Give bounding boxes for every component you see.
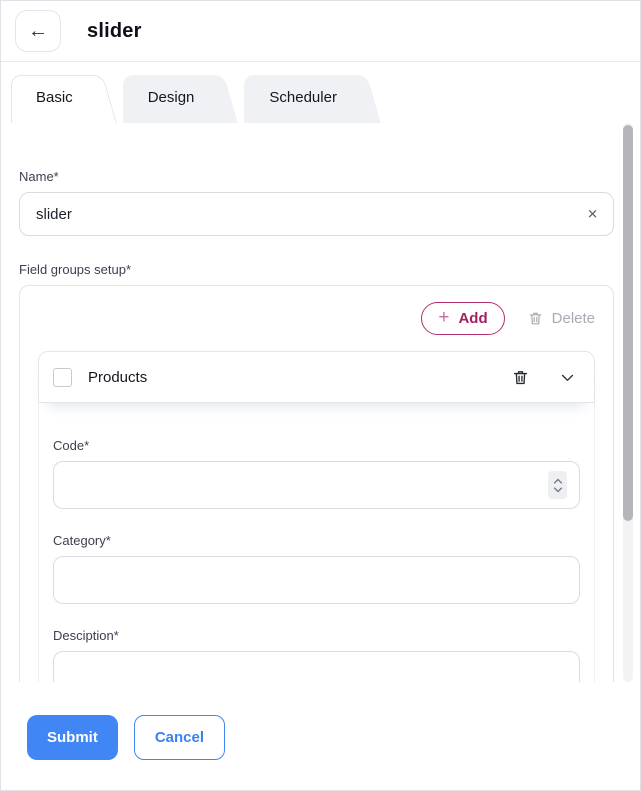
group-panel-products: Products Code* (38, 351, 595, 682)
name-input[interactable] (20, 193, 613, 235)
delete-group-button[interactable]: Delete (527, 310, 595, 327)
trash-icon (527, 310, 544, 327)
category-field-label: Category* (53, 533, 580, 548)
tab-basic[interactable]: Basic (11, 75, 103, 123)
scrollbar-thumb[interactable] (623, 125, 633, 521)
tab-scheduler-label: Scheduler (244, 75, 367, 106)
back-button[interactable]: ← (15, 10, 61, 52)
collapse-group-button[interactable] (559, 369, 576, 386)
footer: Submit Cancel (1, 682, 640, 789)
delete-group-row-button[interactable] (511, 368, 530, 387)
code-input[interactable] (54, 462, 579, 508)
tab-basic-label: Basic (11, 75, 103, 106)
delete-button-label: Delete (552, 310, 595, 327)
slider-editor-window: ← slider Basic Design Scheduler Name* ✕ … (0, 0, 641, 791)
spinner-up-down-icon (552, 476, 564, 495)
name-field-label: Name* (19, 169, 614, 184)
page-title: slider (87, 20, 142, 43)
clear-input-icon[interactable]: ✕ (587, 208, 598, 221)
category-input[interactable] (54, 557, 579, 603)
desciption-field-wrap (53, 651, 580, 682)
tab-bar: Basic Design Scheduler (1, 62, 640, 123)
group-title: Products (88, 369, 511, 386)
plus-icon: + (438, 308, 449, 327)
category-field-wrap (53, 556, 580, 604)
group-checkbox[interactable] (53, 368, 72, 387)
tab-scheduler[interactable]: Scheduler (244, 75, 367, 123)
group-toolbar: + Add Delete (38, 302, 595, 335)
chevron-down-icon (559, 369, 576, 386)
back-arrow-icon: ← (28, 20, 48, 43)
form-scroll-area: Name* ✕ Field groups setup* + Add (1, 123, 640, 682)
submit-button[interactable]: Submit (27, 715, 118, 760)
cancel-button[interactable]: Cancel (134, 715, 225, 760)
number-spinner[interactable] (548, 471, 567, 499)
name-field-wrap: ✕ (19, 192, 614, 236)
code-field-label: Code* (53, 438, 580, 453)
add-button-label: Add (458, 310, 487, 327)
desciption-input[interactable] (54, 652, 579, 682)
desciption-field-label: Desciption* (53, 628, 580, 643)
field-groups-label: Field groups setup* (19, 262, 614, 277)
tab-design[interactable]: Design (123, 75, 225, 123)
group-panel-body: Code* Category* Desciption* (38, 403, 595, 682)
trash-icon (511, 368, 530, 387)
field-groups-container: + Add Delete Products (19, 285, 614, 682)
tab-design-label: Design (123, 75, 225, 106)
header: ← slider (1, 1, 640, 62)
add-group-button[interactable]: + Add (421, 302, 504, 335)
group-panel-header[interactable]: Products (38, 351, 595, 403)
code-field-wrap (53, 461, 580, 509)
